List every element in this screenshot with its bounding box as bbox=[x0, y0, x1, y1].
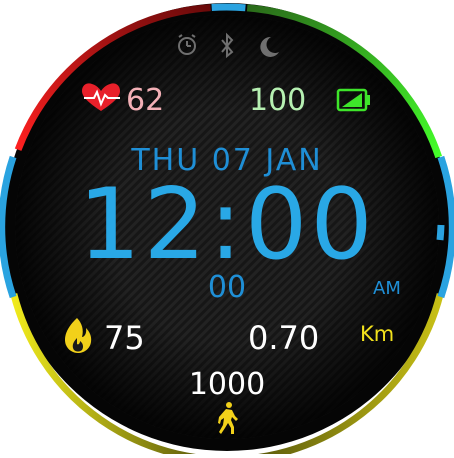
time-ampm: AM bbox=[373, 278, 401, 299]
heart-rate-value: 62 bbox=[126, 83, 165, 118]
time-main: 12:00 bbox=[78, 168, 376, 282]
bezel-segment-top bbox=[211, 3, 246, 12]
battery-value: 100 bbox=[249, 83, 307, 118]
calories-value: 75 bbox=[104, 319, 145, 357]
distance-value: 0.70 bbox=[248, 319, 320, 357]
steps-value: 1000 bbox=[188, 367, 266, 402]
distance-unit: Km bbox=[360, 322, 395, 346]
watch-face: 62 100 THU 07 JAN 12:00 00 AM 75 0.70 Km… bbox=[0, 0, 454, 458]
